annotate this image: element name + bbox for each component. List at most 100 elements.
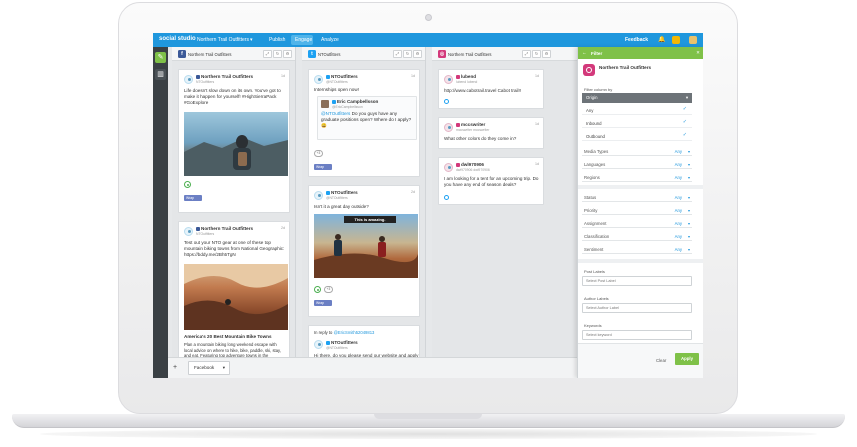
count-badge[interactable]: +3 (314, 150, 323, 157)
wrap-badge[interactable]: Wrap (184, 195, 202, 201)
chevron-down-icon[interactable]: ▾ (223, 362, 225, 374)
chevron-down-icon[interactable]: ▾ (688, 221, 690, 226)
post-labels-input[interactable]: Select Post Label (582, 276, 692, 286)
close-icon[interactable]: ✕ (696, 50, 700, 56)
filter-label: Classification (584, 234, 610, 239)
approve-icon[interactable] (184, 181, 191, 188)
wrap-badge[interactable]: Wrap (314, 164, 332, 170)
tab-engage[interactable]: Engage (295, 37, 312, 43)
count-badge[interactable]: +3 (324, 286, 333, 293)
reply-icon[interactable] (444, 195, 449, 200)
help-icon[interactable] (672, 36, 680, 44)
filter-option-any[interactable]: Any ✓ (582, 104, 692, 115)
filter-classification[interactable]: Classification Any ▾ (582, 231, 692, 241)
filter-media-types[interactable]: Media Types Any ▾ (582, 146, 692, 156)
post-image[interactable] (184, 112, 288, 176)
bell-icon[interactable]: 🔔 (658, 36, 665, 43)
columns-icon[interactable]: ▥ (155, 69, 166, 80)
filter-priority[interactable]: Priority Any ▾ (582, 205, 692, 215)
column-header: ◎ Northern Trail Outfitters ⤢ ↻ ⚙ (432, 47, 581, 61)
chevron-down-icon[interactable]: ▾ (686, 93, 688, 103)
back-arrow-icon[interactable]: ← (582, 50, 587, 55)
filter-regions[interactable]: Regions Any ▾ (582, 172, 692, 182)
top-navigation: social studio Northern Trail Outfitters … (153, 33, 703, 47)
apply-button[interactable]: Apply (675, 353, 699, 365)
filter-option-outbound[interactable]: Outbound ✓ (582, 130, 692, 141)
approve-icon[interactable] (314, 286, 321, 293)
refresh-icon[interactable]: ↻ (273, 50, 282, 58)
option-label: Outbound (586, 133, 605, 139)
reply-link[interactable]: @EricSmith52049813 (334, 330, 375, 335)
author-name[interactable]: lubend (461, 74, 476, 79)
avatar[interactable] (689, 36, 697, 44)
clear-button[interactable]: Clear (656, 358, 666, 363)
filter-languages[interactable]: Languages Any ▾ (582, 159, 692, 169)
mention-link[interactable]: @NTOutfitters (321, 111, 350, 116)
chevron-down-icon[interactable]: ▾ (688, 247, 690, 252)
refresh-icon[interactable]: ↻ (532, 50, 541, 58)
compose-icon[interactable]: ✎ (155, 52, 166, 63)
tab-analyze[interactable]: Analyze (321, 37, 339, 43)
column-header: t NTOutfitters ⤢ ↻ ⚙ (302, 47, 425, 61)
gear-icon[interactable]: ⚙ (542, 50, 551, 58)
author-labels-input[interactable]: Select Author Label (582, 303, 692, 313)
filter-value: Any (674, 195, 682, 200)
post-image[interactable]: This is amazing. (314, 214, 418, 278)
chevron-down-icon[interactable]: ▾ (250, 37, 253, 43)
post-card[interactable]: NTOutfitters @NTOutfitters 2d Isn't it a… (308, 185, 420, 317)
post-card[interactable]: lubend lubend lubend 1d http://www.cabot… (438, 69, 544, 109)
post-card[interactable]: Northern Trail Outfitters NTOutfitters 1… (178, 69, 290, 213)
filter-status[interactable]: Status Any ▾ (582, 192, 692, 202)
chevron-down-icon[interactable]: ▾ (688, 175, 690, 180)
laptop-shadow (40, 429, 817, 439)
refresh-icon[interactable]: ↻ (403, 50, 412, 58)
author-name[interactable]: NTOutfitters (331, 340, 358, 345)
check-icon: ✓ (682, 106, 687, 112)
quoted-author[interactable]: Eric Campbellsson (337, 99, 378, 104)
post-card[interactable]: Northern Trail Outfitters NTOutfitters 2… (178, 221, 290, 361)
author-name[interactable]: Northern Trail Outfitters (201, 74, 253, 79)
post-card[interactable]: dwl970906 dwl970906 dwl970906 1d I am lo… (438, 157, 544, 205)
link-preview-image[interactable] (184, 264, 288, 330)
post-text: Life doesn't slow down on its own. You'v… (184, 88, 281, 106)
feedback-link[interactable]: Feedback (625, 37, 648, 43)
twitter-icon (332, 99, 336, 104)
author-name[interactable]: Northern Trail Outfitters (201, 226, 253, 231)
chevron-down-icon[interactable]: ▾ (688, 208, 690, 213)
chevron-down-icon[interactable]: ▾ (688, 162, 690, 167)
author-name[interactable]: dwl970906 (461, 162, 484, 167)
expand-icon[interactable]: ⤢ (522, 50, 531, 58)
expand-icon[interactable]: ⤢ (393, 50, 402, 58)
workspace-selector[interactable]: Northern Trail Outfitters (197, 37, 249, 43)
tab-facebook[interactable]: Facebook ▾ (188, 361, 230, 375)
author-name[interactable]: NTOutfitters (331, 74, 358, 79)
filter-option-inbound[interactable]: Inbound ✓ (582, 117, 692, 128)
filter-sentiment[interactable]: Sentiment Any ▾ (582, 244, 692, 254)
filter-by-select[interactable]: Origin ▾ (582, 93, 692, 103)
filter-label: Assignment (584, 221, 607, 226)
tab-publish[interactable]: Publish (269, 37, 285, 43)
chevron-down-icon[interactable]: ▾ (688, 234, 690, 239)
chevron-down-icon[interactable]: ▾ (688, 195, 690, 200)
avatar (184, 75, 193, 84)
gear-icon[interactable]: ⚙ (413, 50, 422, 58)
avatar (314, 191, 323, 200)
filter-assignment[interactable]: Assignment Any ▾ (582, 218, 692, 228)
filter-value: Any (674, 162, 682, 167)
expand-icon[interactable]: ⤢ (263, 50, 272, 58)
post-text: Test out your NTO gear at one of these t… (184, 240, 285, 258)
chevron-down-icon[interactable]: ▾ (688, 149, 690, 154)
link-title[interactable]: America's 20 Best Mountain Bike Towns (184, 334, 285, 340)
gear-icon[interactable]: ⚙ (283, 50, 292, 58)
reply-prefix: In reply to (314, 330, 333, 335)
quoted-tweet[interactable]: Eric Campbellsson @EricCampbellsson @NTO… (317, 96, 417, 140)
keywords-input[interactable]: Select keyword (582, 330, 692, 340)
post-card[interactable]: NTOutfitters @NTOutfitters 1d Internship… (308, 69, 420, 177)
reply-icon[interactable] (444, 99, 449, 104)
author-name[interactable]: mccswriter (461, 122, 485, 127)
post-card[interactable]: mccswriter mccswriter mccswriter 1d What… (438, 117, 544, 149)
add-tab-button[interactable]: + (173, 364, 177, 371)
author-name[interactable]: NTOutfitters (331, 190, 358, 195)
filter-value: Any (674, 208, 682, 213)
wrap-badge[interactable]: Wrap (314, 300, 332, 306)
